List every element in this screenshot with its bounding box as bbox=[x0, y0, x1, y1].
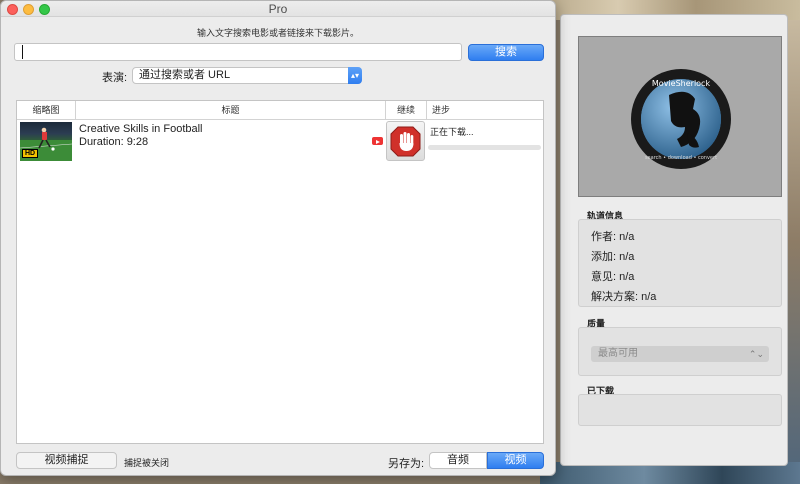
download-table: 缩略图 标题 继续 进步 HD Creative Skills in Footb… bbox=[16, 100, 544, 444]
stop-hand-icon bbox=[390, 126, 421, 157]
search-button[interactable]: 搜索 bbox=[468, 44, 544, 61]
column-header-continue[interactable]: 继续 bbox=[386, 101, 427, 120]
video-duration: Duration: 9:28 bbox=[79, 136, 149, 148]
mode-selected-value: 通过搜索或者 URL bbox=[139, 69, 231, 81]
logo-text: MovieSherlock bbox=[652, 79, 711, 88]
select-chevron-icon: ⌃⌄ bbox=[748, 349, 764, 359]
youtube-icon bbox=[372, 137, 383, 145]
logo-area: MovieSherlock search • download • conver… bbox=[578, 36, 782, 197]
quality-selected-value: 最高可用 bbox=[598, 348, 638, 359]
added-field: 添加: n/a bbox=[591, 251, 635, 263]
main-window: Pro 输入文字搜索电影或者链接来下载影片。 搜索 表演: 通过搜索或者 URL… bbox=[0, 0, 556, 476]
stop-download-button[interactable] bbox=[386, 121, 425, 161]
column-header-thumbnail[interactable]: 缩略图 bbox=[17, 101, 76, 120]
details-panel: MovieSherlock search • download • conver… bbox=[560, 14, 788, 466]
video-thumbnail: HD bbox=[20, 122, 72, 161]
mode-select[interactable]: 通过搜索或者 URL ▴▾ bbox=[132, 67, 362, 84]
downloaded-box bbox=[578, 394, 782, 426]
resolution-field: 解决方案: n/a bbox=[591, 291, 657, 303]
search-input[interactable] bbox=[14, 43, 462, 61]
hd-badge: HD bbox=[22, 149, 39, 158]
capture-status: 捕捉被关闭 bbox=[124, 458, 170, 468]
text-caret bbox=[22, 45, 23, 59]
logo-subtext: search • download • convert bbox=[645, 155, 717, 161]
quality-select[interactable]: 最高可用 ⌃⌄ bbox=[591, 346, 769, 362]
download-progress-bar bbox=[428, 145, 541, 150]
column-header-progress[interactable]: 进步 bbox=[427, 101, 545, 120]
download-status: 正在下载... bbox=[430, 127, 474, 137]
mode-label: 表演: bbox=[102, 72, 128, 84]
save-as-label: 另存为: bbox=[388, 458, 425, 470]
save-as-audio-option[interactable]: 音频 bbox=[429, 452, 487, 469]
video-title: Creative Skills in Football bbox=[79, 123, 203, 135]
column-header-title[interactable]: 标题 bbox=[76, 101, 386, 120]
author-field: 作者: n/a bbox=[591, 231, 635, 243]
video-capture-button[interactable]: 视频捕捉 bbox=[16, 452, 117, 469]
comments-field: 意见: n/a bbox=[591, 271, 635, 283]
save-as-video-option[interactable]: 视频 bbox=[487, 452, 544, 469]
moviesherlock-logo-icon: MovieSherlock search • download • conver… bbox=[631, 69, 731, 169]
chevron-updown-icon: ▴▾ bbox=[348, 67, 362, 84]
search-hint: 输入文字搜索电影或者链接来下载影片。 bbox=[196, 28, 359, 38]
window-title: Pro bbox=[268, 2, 288, 16]
quality-box: 最高可用 ⌃⌄ bbox=[578, 327, 782, 376]
titlebar: Pro bbox=[1, 1, 555, 17]
table-header: 缩略图 标题 继续 进步 bbox=[17, 101, 543, 120]
table-row[interactable]: HD Creative Skills in Football Duration:… bbox=[17, 121, 543, 163]
track-info-box: 作者: n/a 添加: n/a 意见: n/a 解决方案: n/a bbox=[578, 219, 782, 307]
